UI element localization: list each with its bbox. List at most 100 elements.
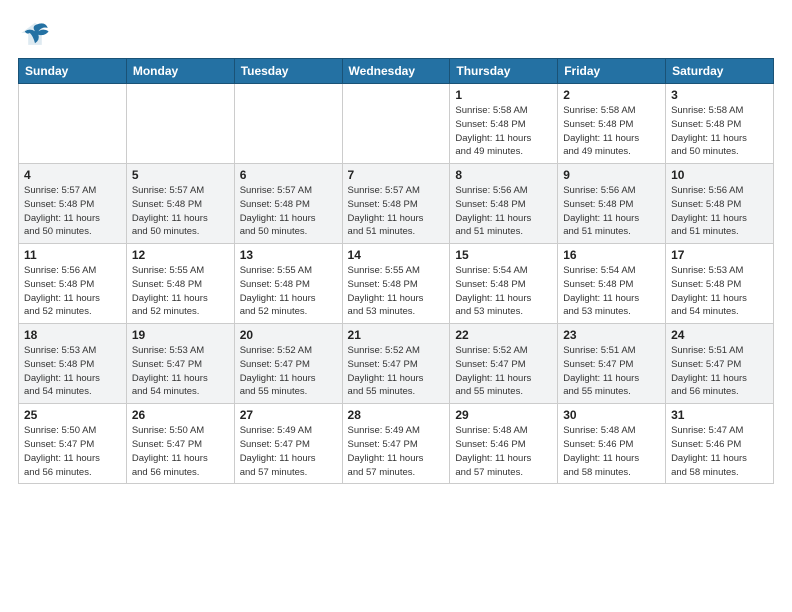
day-info-text: Sunrise: 5:56 AM Sunset: 5:48 PM Dayligh… bbox=[24, 264, 121, 319]
calendar-week-row: 1 Sunrise: 5:58 AM Sunset: 5:48 PM Daylig… bbox=[19, 84, 774, 164]
calendar-cell: 20 Sunrise: 5:52 AM Sunset: 5:47 PM Dayli… bbox=[234, 324, 342, 404]
day-info-text: Sunrise: 5:51 AM Sunset: 5:47 PM Dayligh… bbox=[563, 344, 660, 399]
header bbox=[18, 16, 774, 50]
day-number: 28 bbox=[348, 408, 445, 422]
day-info-text: Sunrise: 5:55 AM Sunset: 5:48 PM Dayligh… bbox=[132, 264, 229, 319]
calendar-week-row: 11Sunrise: 5:56 AM Sunset: 5:48 PM Dayli… bbox=[19, 244, 774, 324]
day-number: 21 bbox=[348, 328, 445, 342]
day-info-text: Sunrise: 5:49 AM Sunset: 5:47 PM Dayligh… bbox=[240, 424, 337, 479]
day-number: 18 bbox=[24, 328, 121, 342]
calendar-week-row: 25 Sunrise: 5:50 AM Sunset: 5:47 PM Dayli… bbox=[19, 404, 774, 484]
day-info-text: Sunrise: 5:54 AM Sunset: 5:48 PM Dayligh… bbox=[563, 264, 660, 319]
weekday-header-tuesday: Tuesday bbox=[234, 59, 342, 84]
day-number: 7 bbox=[348, 168, 445, 182]
day-number: 3 bbox=[671, 88, 768, 102]
calendar-cell: 10Sunrise: 5:56 AM Sunset: 5:48 PM Dayli… bbox=[666, 164, 774, 244]
day-number: 22 bbox=[455, 328, 552, 342]
day-info-text: Sunrise: 5:57 AM Sunset: 5:48 PM Dayligh… bbox=[240, 184, 337, 239]
weekday-header-monday: Monday bbox=[126, 59, 234, 84]
calendar-cell: 26Sunrise: 5:50 AM Sunset: 5:47 PM Dayli… bbox=[126, 404, 234, 484]
calendar-week-row: 18Sunrise: 5:53 AM Sunset: 5:48 PM Dayli… bbox=[19, 324, 774, 404]
calendar-cell: 12 Sunrise: 5:55 AM Sunset: 5:48 PM Dayli… bbox=[126, 244, 234, 324]
day-info-text: Sunrise: 5:56 AM Sunset: 5:48 PM Dayligh… bbox=[455, 184, 552, 239]
day-number: 31 bbox=[671, 408, 768, 422]
calendar-cell: 16 Sunrise: 5:54 AM Sunset: 5:48 PM Dayli… bbox=[558, 244, 666, 324]
day-number: 9 bbox=[563, 168, 660, 182]
calendar-table: SundayMondayTuesdayWednesdayThursdayFrid… bbox=[18, 58, 774, 484]
day-number: 10 bbox=[671, 168, 768, 182]
day-info-text: Sunrise: 5:54 AM Sunset: 5:48 PM Dayligh… bbox=[455, 264, 552, 319]
weekday-header-saturday: Saturday bbox=[666, 59, 774, 84]
day-info-text: Sunrise: 5:53 AM Sunset: 5:47 PM Dayligh… bbox=[132, 344, 229, 399]
calendar-cell: 11Sunrise: 5:56 AM Sunset: 5:48 PM Dayli… bbox=[19, 244, 127, 324]
day-number: 17 bbox=[671, 248, 768, 262]
calendar-cell: 22 Sunrise: 5:52 AM Sunset: 5:47 PM Dayli… bbox=[450, 324, 558, 404]
day-info-text: Sunrise: 5:53 AM Sunset: 5:48 PM Dayligh… bbox=[671, 264, 768, 319]
day-number: 5 bbox=[132, 168, 229, 182]
day-info-text: Sunrise: 5:50 AM Sunset: 5:47 PM Dayligh… bbox=[132, 424, 229, 479]
calendar-cell: 13 Sunrise: 5:55 AM Sunset: 5:48 PM Dayli… bbox=[234, 244, 342, 324]
calendar-cell bbox=[126, 84, 234, 164]
calendar-cell: 29Sunrise: 5:48 AM Sunset: 5:46 PM Dayli… bbox=[450, 404, 558, 484]
day-info-text: Sunrise: 5:58 AM Sunset: 5:48 PM Dayligh… bbox=[455, 104, 552, 159]
calendar-cell: 21 Sunrise: 5:52 AM Sunset: 5:47 PM Dayli… bbox=[342, 324, 450, 404]
calendar-cell: 30 Sunrise: 5:48 AM Sunset: 5:46 PM Dayli… bbox=[558, 404, 666, 484]
day-info-text: Sunrise: 5:55 AM Sunset: 5:48 PM Dayligh… bbox=[348, 264, 445, 319]
calendar-cell: 14 Sunrise: 5:55 AM Sunset: 5:48 PM Dayli… bbox=[342, 244, 450, 324]
day-number: 24 bbox=[671, 328, 768, 342]
calendar-cell: 18Sunrise: 5:53 AM Sunset: 5:48 PM Dayli… bbox=[19, 324, 127, 404]
day-info-text: Sunrise: 5:52 AM Sunset: 5:47 PM Dayligh… bbox=[455, 344, 552, 399]
day-number: 25 bbox=[24, 408, 121, 422]
day-info-text: Sunrise: 5:58 AM Sunset: 5:48 PM Dayligh… bbox=[671, 104, 768, 159]
day-number: 6 bbox=[240, 168, 337, 182]
day-info-text: Sunrise: 5:48 AM Sunset: 5:46 PM Dayligh… bbox=[563, 424, 660, 479]
calendar-cell: 28 Sunrise: 5:49 AM Sunset: 5:47 PM Dayli… bbox=[342, 404, 450, 484]
calendar-cell: 15 Sunrise: 5:54 AM Sunset: 5:48 PM Dayli… bbox=[450, 244, 558, 324]
page: SundayMondayTuesdayWednesdayThursdayFrid… bbox=[0, 0, 792, 612]
day-info-text: Sunrise: 5:57 AM Sunset: 5:48 PM Dayligh… bbox=[348, 184, 445, 239]
calendar-cell: 19Sunrise: 5:53 AM Sunset: 5:47 PM Dayli… bbox=[126, 324, 234, 404]
calendar-header-row: SundayMondayTuesdayWednesdayThursdayFrid… bbox=[19, 59, 774, 84]
calendar-cell: 23 Sunrise: 5:51 AM Sunset: 5:47 PM Dayli… bbox=[558, 324, 666, 404]
day-info-text: Sunrise: 5:49 AM Sunset: 5:47 PM Dayligh… bbox=[348, 424, 445, 479]
calendar-cell: 2 Sunrise: 5:58 AM Sunset: 5:48 PM Daylig… bbox=[558, 84, 666, 164]
weekday-header-sunday: Sunday bbox=[19, 59, 127, 84]
day-number: 8 bbox=[455, 168, 552, 182]
day-number: 4 bbox=[24, 168, 121, 182]
day-info-text: Sunrise: 5:52 AM Sunset: 5:47 PM Dayligh… bbox=[240, 344, 337, 399]
calendar-cell: 17 Sunrise: 5:53 AM Sunset: 5:48 PM Dayli… bbox=[666, 244, 774, 324]
calendar-week-row: 4 Sunrise: 5:57 AM Sunset: 5:48 PM Daylig… bbox=[19, 164, 774, 244]
calendar-cell: 27 Sunrise: 5:49 AM Sunset: 5:47 PM Dayli… bbox=[234, 404, 342, 484]
calendar-cell: 5 Sunrise: 5:57 AM Sunset: 5:48 PM Daylig… bbox=[126, 164, 234, 244]
day-info-text: Sunrise: 5:58 AM Sunset: 5:48 PM Dayligh… bbox=[563, 104, 660, 159]
day-info-text: Sunrise: 5:57 AM Sunset: 5:48 PM Dayligh… bbox=[132, 184, 229, 239]
day-info-text: Sunrise: 5:52 AM Sunset: 5:47 PM Dayligh… bbox=[348, 344, 445, 399]
day-info-text: Sunrise: 5:56 AM Sunset: 5:48 PM Dayligh… bbox=[563, 184, 660, 239]
day-number: 16 bbox=[563, 248, 660, 262]
calendar-cell: 6 Sunrise: 5:57 AM Sunset: 5:48 PM Daylig… bbox=[234, 164, 342, 244]
day-info-text: Sunrise: 5:47 AM Sunset: 5:46 PM Dayligh… bbox=[671, 424, 768, 479]
day-number: 23 bbox=[563, 328, 660, 342]
day-number: 30 bbox=[563, 408, 660, 422]
calendar-cell: 31 Sunrise: 5:47 AM Sunset: 5:46 PM Dayli… bbox=[666, 404, 774, 484]
calendar-cell bbox=[234, 84, 342, 164]
day-number: 12 bbox=[132, 248, 229, 262]
day-number: 20 bbox=[240, 328, 337, 342]
day-info-text: Sunrise: 5:50 AM Sunset: 5:47 PM Dayligh… bbox=[24, 424, 121, 479]
calendar-cell: 1 Sunrise: 5:58 AM Sunset: 5:48 PM Daylig… bbox=[450, 84, 558, 164]
day-info-text: Sunrise: 5:55 AM Sunset: 5:48 PM Dayligh… bbox=[240, 264, 337, 319]
day-number: 1 bbox=[455, 88, 552, 102]
day-number: 13 bbox=[240, 248, 337, 262]
weekday-header-wednesday: Wednesday bbox=[342, 59, 450, 84]
calendar-cell: 24Sunrise: 5:51 AM Sunset: 5:47 PM Dayli… bbox=[666, 324, 774, 404]
calendar-cell: 7 Sunrise: 5:57 AM Sunset: 5:48 PM Daylig… bbox=[342, 164, 450, 244]
calendar-cell: 4Sunrise: 5:57 AM Sunset: 5:48 PM Daylig… bbox=[19, 164, 127, 244]
calendar-cell bbox=[342, 84, 450, 164]
day-number: 14 bbox=[348, 248, 445, 262]
day-number: 2 bbox=[563, 88, 660, 102]
logo bbox=[18, 16, 58, 50]
calendar-cell: 9 Sunrise: 5:56 AM Sunset: 5:48 PM Daylig… bbox=[558, 164, 666, 244]
day-info-text: Sunrise: 5:48 AM Sunset: 5:46 PM Dayligh… bbox=[455, 424, 552, 479]
day-number: 27 bbox=[240, 408, 337, 422]
day-number: 15 bbox=[455, 248, 552, 262]
